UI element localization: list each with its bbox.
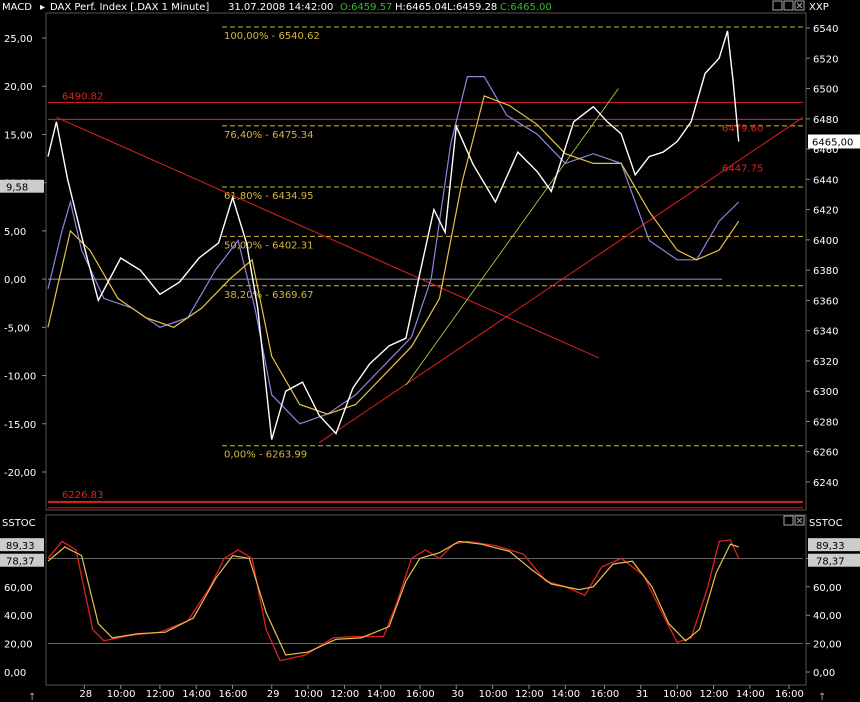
fib-level-label: 100,00% - 6540.62 bbox=[224, 31, 320, 42]
datetime-readout: 31.07.2008 14:42:00 bbox=[228, 2, 333, 13]
price-tick-label: 6500 bbox=[813, 85, 838, 96]
close-readout: C:6465.00 bbox=[500, 2, 552, 13]
sstoc-panel-label: SSTOC bbox=[2, 518, 36, 529]
time-axis-label: 14:00 bbox=[367, 689, 396, 700]
time-axis-label: 16:00 bbox=[590, 689, 619, 700]
time-axis-label: 29 bbox=[267, 689, 280, 700]
time-axis-label: 16:00 bbox=[219, 689, 248, 700]
time-axis-label: 10:00 bbox=[107, 689, 136, 700]
stoch-tick-label-left: 20,00 bbox=[4, 640, 33, 651]
time-axis-label: 10:00 bbox=[479, 689, 508, 700]
stoch-tick-label-left: 60,00 bbox=[4, 583, 33, 594]
fib-level-label: 76,40% - 6475.34 bbox=[224, 130, 313, 141]
time-axis-label: 16:00 bbox=[775, 689, 804, 700]
chart-window: MACD ▸ DAX Perf. Index [.DAX 1 Minute] 3… bbox=[0, 0, 860, 702]
macd-tick-label: -20,00 bbox=[4, 468, 36, 479]
trendline-label: 6447.75 bbox=[722, 164, 763, 175]
time-axis-label: 10:00 bbox=[663, 689, 692, 700]
scroll-up-arrow-icon[interactable]: ↑ bbox=[28, 692, 36, 702]
low-readout: L:6459.28 bbox=[447, 2, 497, 13]
time-axis-label: 31 bbox=[636, 689, 649, 700]
maximize-icon[interactable] bbox=[783, 0, 794, 11]
time-axis-label: 14:00 bbox=[551, 689, 580, 700]
macd-tick-label: 20,00 bbox=[4, 82, 33, 93]
macd-tick-label: 15,00 bbox=[4, 130, 33, 141]
price-line bbox=[47, 30, 740, 440]
time-axis-label: 10:00 bbox=[294, 689, 323, 700]
price-tick-label: 6320 bbox=[813, 357, 838, 368]
macd-tick-label: 5,00 bbox=[4, 227, 26, 238]
support-label: 6226.83 bbox=[62, 490, 103, 501]
fib-level-label: 61,80% - 6434.95 bbox=[224, 191, 313, 202]
time-axis-label: 14:00 bbox=[182, 689, 211, 700]
time-axis-label: 12:00 bbox=[515, 689, 544, 700]
price-tick-label: 6300 bbox=[813, 387, 838, 398]
open-readout: O:6459.57 bbox=[340, 2, 392, 13]
price-tick-label: 6260 bbox=[813, 448, 838, 459]
level-label: 6479.60 bbox=[722, 123, 763, 134]
price-tick-label: 6340 bbox=[813, 327, 838, 338]
price-axis-title: XXP bbox=[809, 2, 829, 13]
macd-tick-label: -5,00 bbox=[4, 323, 30, 334]
price-tick-label: 6360 bbox=[813, 296, 838, 307]
stoch-tick-label-right: 60,00 bbox=[813, 583, 842, 594]
time-axis-label: 30 bbox=[451, 689, 464, 700]
price-tick-label: 6480 bbox=[813, 115, 838, 126]
price-tick-label: 6420 bbox=[813, 206, 838, 217]
macd-tick-label: -10,00 bbox=[4, 372, 36, 383]
stoch-maximize-icon[interactable] bbox=[783, 515, 794, 526]
levels-layer: 100,00% - 6540.62 76,40% - 6475.34 61,80% … bbox=[48, 26, 804, 509]
price-tick-label: 6400 bbox=[813, 236, 838, 247]
stoch-current-label-left: 89,33 bbox=[6, 541, 35, 552]
scroll-up-arrow-icon-right[interactable]: ↑ bbox=[818, 692, 826, 702]
price-tick-label: 6280 bbox=[813, 417, 838, 428]
chart-canvas: MACD ▸ DAX Perf. Index [.DAX 1 Minute] 3… bbox=[0, 0, 860, 702]
time-axis-label: 28 bbox=[79, 689, 92, 700]
time-axis-label: 12:00 bbox=[330, 689, 359, 700]
grid-layer bbox=[48, 278, 803, 644]
macd-signal-line bbox=[47, 95, 740, 415]
price-tick-label: 6520 bbox=[813, 54, 838, 65]
price-tick-label: 6440 bbox=[813, 175, 838, 186]
stoch-tick-label-right: 40,00 bbox=[813, 611, 842, 622]
main-panel-controls bbox=[772, 0, 805, 11]
macd-tick-label: 25,00 bbox=[4, 34, 33, 45]
stoch-tick-label-left: 0,00 bbox=[4, 668, 26, 679]
stoch-tick-label-left: 40,00 bbox=[4, 611, 33, 622]
fib-level-label: 38,20% - 6369.67 bbox=[224, 290, 313, 301]
main-plot-frame bbox=[45, 12, 807, 511]
macd-tick-label: 0,00 bbox=[4, 275, 26, 286]
stoch-current-label-left: 78,37 bbox=[6, 557, 35, 568]
price-tick-label: 6540 bbox=[813, 24, 838, 35]
stoch-panel-controls bbox=[783, 515, 805, 526]
menu-arrow-icon[interactable]: ▸ bbox=[40, 2, 45, 13]
time-axis-label: 14:00 bbox=[736, 689, 765, 700]
stoch-tick-label-right: 20,00 bbox=[813, 640, 842, 651]
current-macd-label: 9,58 bbox=[6, 183, 28, 194]
stoch-current-label-right: 78,37 bbox=[816, 557, 845, 568]
stoch-plot-frame bbox=[45, 514, 807, 686]
price-tick-label: 6240 bbox=[813, 478, 838, 489]
fib-level-label: 0,00% - 6263.99 bbox=[224, 450, 307, 461]
sstoc-axis-title: SSTOC bbox=[809, 518, 843, 529]
current-price-label: 6465,00 bbox=[812, 138, 853, 149]
macd-panel-label: MACD bbox=[2, 2, 32, 13]
time-axis-label: 12:00 bbox=[146, 689, 175, 700]
macd-line bbox=[47, 76, 740, 425]
price-tick-label: 6380 bbox=[813, 266, 838, 277]
time-axis-label: 12:00 bbox=[700, 689, 729, 700]
stoch-tick-label-right: 0,00 bbox=[813, 668, 835, 679]
resistance-label: 6490.82 bbox=[62, 91, 103, 102]
settings-icon[interactable] bbox=[772, 0, 783, 11]
stoch-current-label-right: 89,33 bbox=[816, 541, 845, 552]
macd-tick-label: -15,00 bbox=[4, 420, 36, 431]
time-axis-label: 16:00 bbox=[406, 689, 435, 700]
high-readout: H:6465.04 bbox=[395, 2, 447, 13]
instrument-title: DAX Perf. Index [.DAX 1 Minute] bbox=[50, 2, 209, 13]
